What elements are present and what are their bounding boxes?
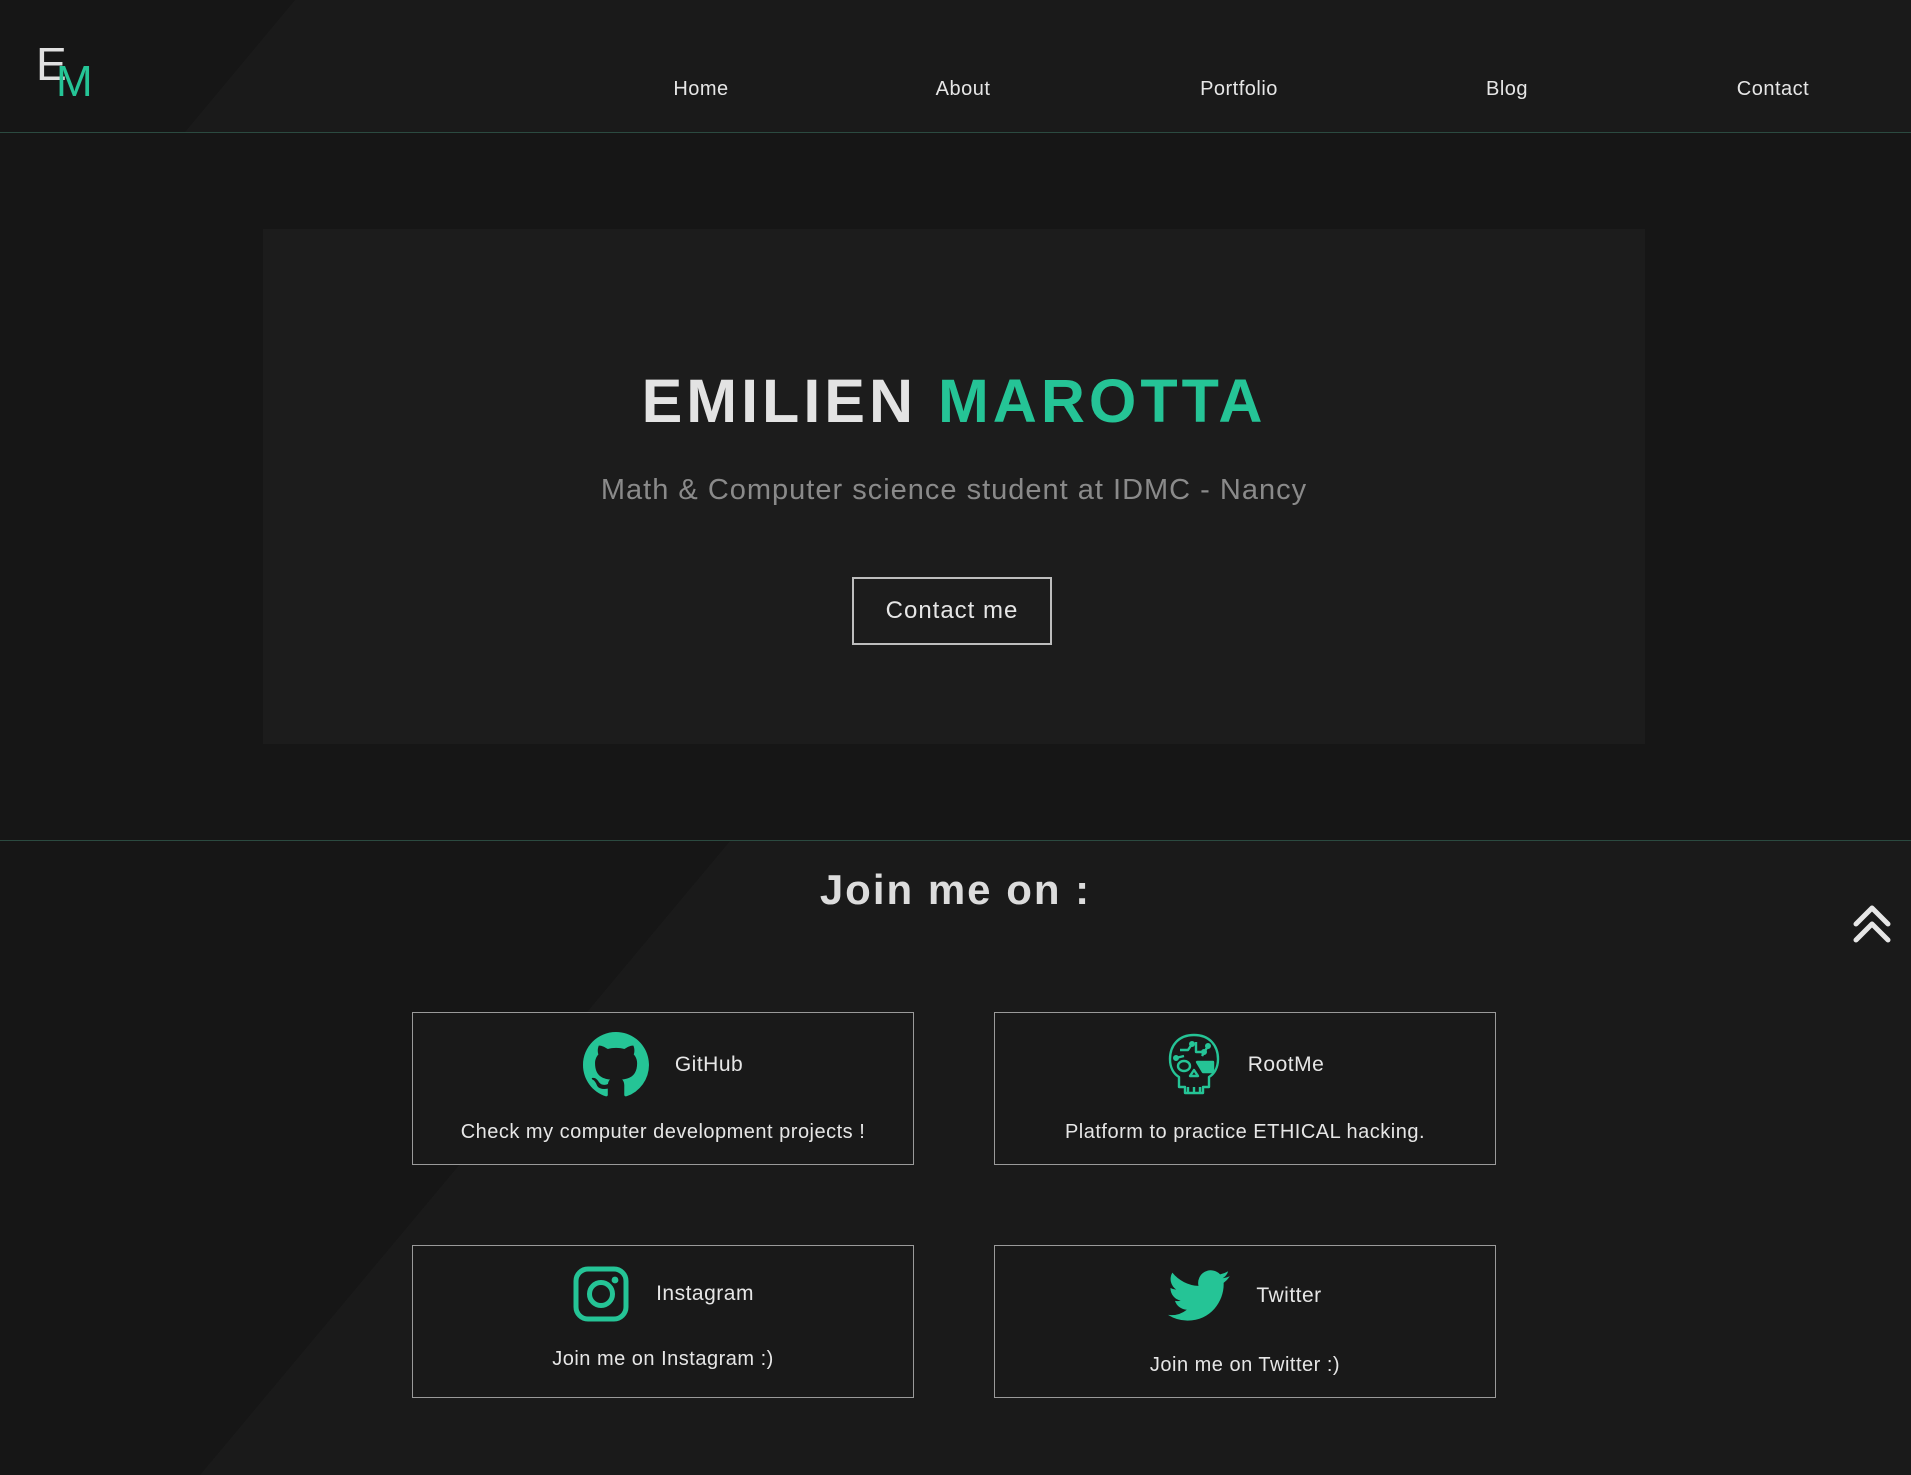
instagram-icon [573,1266,629,1322]
github-card[interactable]: GitHub Check my computer development pro… [412,1012,914,1165]
card-description-rootme: Platform to practice ETHICAL hacking. [1064,1121,1426,1143]
double-chevron-up-icon[interactable] [1852,902,1892,946]
nav-home[interactable]: Home [673,78,728,101]
card-name-rootme: RootMe [1247,1053,1325,1076]
join-section: Join me on : GitHub Check my computer de… [0,840,1911,1475]
card-name-instagram: Instagram [656,1282,754,1305]
card-header: Twitter [995,1264,1495,1328]
join-title: Join me on : [819,866,1092,913]
hero-subtitle: Math & Computer science student at IDMC … [600,474,1308,506]
nav-contact[interactable]: Contact [1737,78,1809,101]
nav-blog[interactable]: Blog [1486,78,1528,101]
card-description-instagram: Join me on Instagram :) [552,1348,774,1370]
card-header: Instagram [413,1262,913,1326]
card-header: RootMe [995,1033,1495,1097]
instagram-card[interactable]: Instagram Join me on Instagram :) [412,1245,914,1398]
contact-me-button[interactable]: Contact me [852,577,1052,645]
site-header: E M Home About Portfolio Blog Contact [0,0,1911,133]
nav-portfolio[interactable]: Portfolio [1200,78,1278,101]
main-nav: Home About Portfolio Blog Contact [0,78,1911,106]
rootme-card[interactable]: RootMe Platform to practice ETHICAL hack… [994,1012,1496,1165]
twitter-card[interactable]: Twitter Join me on Twitter :) [994,1245,1496,1398]
rootme-skull-icon [1168,1033,1219,1095]
github-icon [582,1032,649,1097]
hero-title: EMILIEN MAROTTA [263,366,1645,436]
hero-panel: EMILIEN MAROTTA Math & Computer science … [263,229,1645,744]
nav-about[interactable]: About [936,78,991,101]
card-description-twitter: Join me on Twitter :) [1149,1354,1341,1376]
card-name-github: GitHub [674,1053,744,1076]
card-description-github: Check my computer development projects ! [460,1121,866,1143]
hero-first-name: EMILIEN [641,367,918,435]
hero-last-name: MAROTTA [937,367,1267,435]
twitter-icon [1168,1270,1231,1321]
card-name-twitter: Twitter [1256,1284,1322,1307]
card-header: GitHub [413,1032,913,1097]
